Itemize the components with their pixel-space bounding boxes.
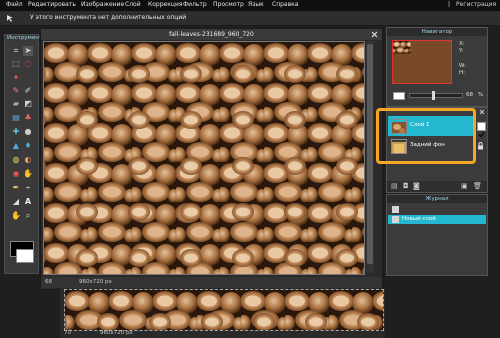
second-zoom-value[interactable]: 70 <box>64 330 71 336</box>
menu-language[interactable]: Язык <box>248 1 264 8</box>
layer-menu-icon[interactable]: ▤ <box>391 183 398 190</box>
nav-zoom-value[interactable]: 68 <box>466 92 473 98</box>
navigator-thumbnail[interactable] <box>392 40 452 84</box>
history-item[interactable]: Новый слой <box>388 215 486 224</box>
nav-zoom-unit: % <box>478 92 484 98</box>
dodge-tool-icon[interactable]: ● <box>23 127 33 137</box>
layers-panel: Слой 1 Задний фон ▤ ◘ ◙ ▣ 🗑 <box>376 107 488 193</box>
image-canvas[interactable] <box>43 41 365 275</box>
second-image-canvas[interactable] <box>64 289 384 331</box>
sponge-tool-icon[interactable]: ◍ <box>11 155 21 165</box>
picker-tool-icon[interactable]: ✒ <box>11 183 21 193</box>
nav-h-label: H: <box>459 70 465 76</box>
layer-mask-icon[interactable]: ◙ <box>413 183 420 190</box>
marquee-tool-icon[interactable]: ⬚ <box>11 59 21 69</box>
navigator-title: Навигатор <box>387 28 487 36</box>
scrollbar-thumb[interactable] <box>367 44 373 264</box>
second-document: 70 960x720 px <box>60 289 385 338</box>
menu-adjustment[interactable]: Коррекция <box>148 1 182 8</box>
pencil-tool-icon[interactable]: ✎ <box>11 86 21 96</box>
nav-w-label: W: <box>459 63 466 69</box>
eyedropper-tool-icon[interactable]: ⌁ <box>23 183 33 193</box>
menu-view[interactable]: Просмотр <box>213 1 244 8</box>
delete-layer-icon[interactable]: 🗑 <box>473 183 482 190</box>
menu-help[interactable]: Справка <box>272 1 298 8</box>
nut-shells-photo <box>44 42 364 274</box>
brush-tool-icon[interactable]: ✐ <box>23 86 33 96</box>
lock-icon <box>478 142 483 150</box>
history-new-layer-icon <box>392 216 399 223</box>
history-item[interactable] <box>388 205 486 214</box>
shape-tool-icon[interactable]: ◢ <box>11 197 21 207</box>
vertical-scrollbar[interactable] <box>366 41 374 273</box>
history-title: Журнал <box>387 195 487 203</box>
second-status-bar: 70 960x720 px <box>60 330 385 338</box>
lasso-tool-icon[interactable]: ◌ <box>23 59 33 69</box>
nav-y-label: Y: <box>459 48 464 54</box>
zoom-value[interactable]: 68 <box>45 277 52 288</box>
options-message: У этого инструмента нет дополнительных о… <box>30 14 187 21</box>
document-window: fall-leaves-231689_960_720 68 960x720 px <box>40 28 383 290</box>
layers-highlight-box <box>376 108 476 164</box>
menu-file[interactable]: Файл <box>6 1 23 8</box>
wand-tool-icon[interactable]: ✦ <box>11 73 21 83</box>
second-image-size: 960x720 px <box>100 330 133 336</box>
layers-toolbar: ▤ ◘ ◙ ▣ 🗑 <box>387 181 487 192</box>
crop-tool-icon[interactable]: ⌗ <box>11 46 21 56</box>
background-color-swatch[interactable] <box>16 249 34 263</box>
options-bar: У этого инструмента нет дополнительных о… <box>0 12 500 26</box>
document-title[interactable]: fall-leaves-231689_960_720 <box>41 29 382 40</box>
menu-bar: Файл Редактировать Изображение Слой Корр… <box>0 0 500 12</box>
register-link[interactable]: Регистрация <box>456 1 496 8</box>
navigator-panel: Навигатор X: Y: W: H: 68 % <box>386 27 488 107</box>
smudge-tool-icon[interactable]: ✋ <box>23 169 33 179</box>
second-nut-shells-photo <box>65 290 383 330</box>
history-open-icon <box>392 206 399 213</box>
image-size: 960x720 px <box>79 279 112 285</box>
redeye-tool-icon[interactable]: ◉ <box>11 169 21 179</box>
move-tool-icon[interactable]: ➤ <box>23 46 33 56</box>
panel-close-icon[interactable] <box>479 109 485 115</box>
move-tool-icon <box>7 15 13 22</box>
history-panel: Журнал Новый слой <box>386 194 488 276</box>
heal-tool-icon[interactable]: ✚ <box>11 127 21 137</box>
zoom-tool-icon[interactable]: ⌕ <box>23 211 33 221</box>
layer-visibility-checkbox[interactable] <box>477 122 486 138</box>
menu-layer[interactable]: Слой <box>125 1 141 8</box>
menu-edit[interactable]: Редактировать <box>28 1 76 8</box>
burn-tool-icon[interactable]: ◐ <box>23 155 33 165</box>
new-layer-icon[interactable]: ▣ <box>461 183 468 190</box>
zoom-out-icon[interactable] <box>393 92 405 100</box>
hand-tool-icon[interactable]: ✋ <box>11 211 21 221</box>
nav-x-label: X: <box>459 41 465 47</box>
close-icon[interactable] <box>371 31 378 38</box>
bucket-tool-icon[interactable]: ◩ <box>23 99 33 109</box>
zoom-slider-knob[interactable] <box>432 91 435 100</box>
drop-tool-icon[interactable]: ▲ <box>11 141 21 151</box>
layer-style-icon[interactable]: ◘ <box>403 183 409 190</box>
document-status-bar: 68 960x720 px <box>41 277 382 288</box>
text-tool-icon[interactable]: A <box>23 197 33 207</box>
zoom-slider[interactable] <box>409 91 463 100</box>
gradient-tool-icon[interactable]: ▤ <box>11 113 21 123</box>
menu-divider: | <box>448 1 451 8</box>
stamp-tool-icon[interactable]: ♣ <box>23 113 33 123</box>
navigator-preview <box>393 41 451 83</box>
blur-tool-icon[interactable]: ♦ <box>23 141 33 151</box>
eraser-tool-icon[interactable]: ▰ <box>11 99 21 109</box>
history-label: Новый слой <box>402 216 436 222</box>
menu-filter[interactable]: Фильтр <box>183 1 207 8</box>
toolbox: Инструменты ⌗ ➤ ⬚ ◌ ✦ ✎ ✐ ▰ ◩ ▤ ♣ ✚ ● ▲ … <box>4 34 46 274</box>
menu-image[interactable]: Изображение <box>81 1 124 8</box>
